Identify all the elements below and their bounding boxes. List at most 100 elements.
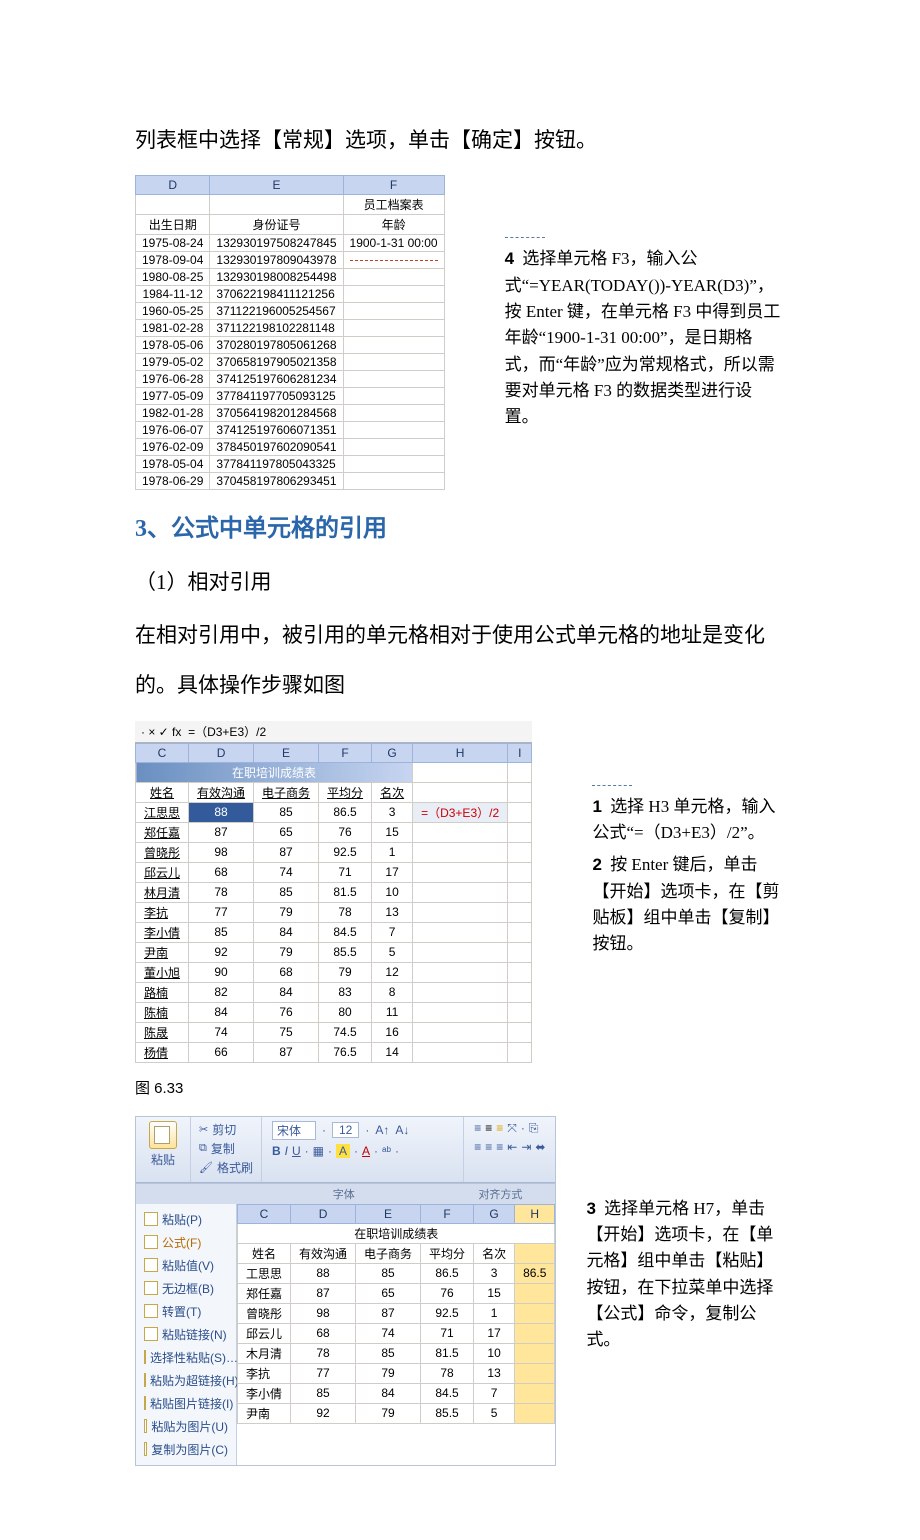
t2-col-H: H: [413, 743, 508, 762]
table-row: 陈晟747574.516: [136, 1022, 532, 1042]
group-font-label: 字体: [242, 1184, 445, 1204]
shrink-font-icon[interactable]: A↓: [395, 1123, 409, 1137]
indent-dec-icon[interactable]: ⇤: [507, 1140, 517, 1154]
copy-label: 复制: [211, 1140, 235, 1157]
phonetic-button[interactable]: ᵃᵇ: [382, 1144, 391, 1158]
paste-menu-item[interactable]: 无边框(B): [136, 1277, 236, 1300]
paste-button[interactable]: 粘贴: [136, 1117, 191, 1182]
step-3: 3 选择单元格 H7，单击【开始】选项卡，在【单元格】组中单击【粘贴】按钮，在下…: [586, 1196, 785, 1354]
clipboard-icon: [144, 1442, 147, 1456]
employee-archive-table: D E F 员工档案表 出生日期 身份证号 年龄 1975-08-2413293…: [135, 175, 445, 490]
table-row: 工思思888586.5386.5: [238, 1263, 555, 1283]
clipboard-icon: [144, 1396, 146, 1410]
paste-icon: [149, 1121, 177, 1149]
table-row: 1978-09-04132930197809043978: [136, 252, 445, 269]
t2-col-D: D: [189, 743, 254, 762]
clipboard-icon: [144, 1419, 147, 1433]
align-bot-icon[interactable]: ≡: [496, 1121, 503, 1136]
clipboard-icon: [144, 1235, 158, 1249]
grow-font-icon[interactable]: A↑: [375, 1123, 389, 1137]
ribbon-paste-figure: 粘贴 ✂剪切 ⧉复制 🖌格式刷 宋体 · 12 · A↑: [135, 1116, 556, 1466]
table-row: 1960-05-25371122196005254567: [136, 303, 445, 320]
caption-6-33: 图 6.33: [135, 1077, 785, 1098]
merge-icon[interactable]: ⬌: [535, 1140, 545, 1154]
table-row: 1978-06-29370458197806293451: [136, 473, 445, 490]
paste-menu-item[interactable]: 粘贴(P): [136, 1208, 236, 1231]
clipboard-icon: [144, 1258, 158, 1272]
intro-line: 列表框中选择【常规】选项，单击【确定】按钮。: [135, 115, 785, 165]
paste-menu-item[interactable]: 粘贴链接(N): [136, 1323, 236, 1346]
paste-menu-item[interactable]: 公式(F): [136, 1231, 236, 1254]
t2-h-ecom: 电子商务: [254, 782, 319, 802]
orientation-icon[interactable]: ⤧: [507, 1121, 517, 1136]
paste-menu-item[interactable]: 粘贴图片链接(I): [136, 1392, 236, 1415]
menu-item-label: 选择性粘贴(S)…: [150, 1349, 238, 1366]
fig3-sheet: C D E F G H 在职培训成绩表: [237, 1204, 555, 1424]
paste-menu-item[interactable]: 选择性粘贴(S)…: [136, 1346, 236, 1369]
t2-col-F: F: [319, 743, 372, 762]
align-left-icon[interactable]: ≡: [474, 1140, 481, 1154]
cut-button[interactable]: ✂剪切: [199, 1121, 253, 1138]
clipboard-icon: [144, 1350, 146, 1364]
menu-item-label: 复制为图片(C): [151, 1441, 228, 1458]
table-row: 郑任嘉87657615: [136, 822, 532, 842]
fill-color-button[interactable]: A: [336, 1144, 350, 1158]
clipboard-icon: [144, 1304, 158, 1318]
table-row: 董小旭90687912: [136, 962, 532, 982]
table-row: 1984-11-12370622198411121256: [136, 286, 445, 303]
font-color-button[interactable]: A: [362, 1144, 370, 1158]
menu-item-label: 无边框(B): [162, 1280, 214, 1297]
border-button[interactable]: ▦: [313, 1144, 324, 1158]
table-row: 1978-05-06370280197805061268: [136, 337, 445, 354]
paste-menu-item[interactable]: 复制为图片(C): [136, 1438, 236, 1461]
font-size-select[interactable]: 12: [332, 1122, 359, 1138]
cut-label: 剪切: [212, 1121, 236, 1138]
table-row: 李抗77797813: [238, 1363, 555, 1383]
paste-menu-item[interactable]: 粘贴值(V): [136, 1254, 236, 1277]
paste-dropdown-menu: 粘贴(P)公式(F)粘贴值(V) 无边框(B) 转置(T) 粘贴链接(N) 选择性粘贴(…: [136, 1204, 237, 1465]
f3-col-D: D: [291, 1204, 356, 1223]
paste-menu-item[interactable]: 转置(T): [136, 1300, 236, 1323]
underline-button[interactable]: U: [292, 1144, 301, 1158]
bold-button[interactable]: B: [272, 1144, 281, 1158]
figure-1-row: D E F 员工档案表 出生日期 身份证号 年龄 1975-08-2413293…: [135, 175, 785, 490]
wrap-icon[interactable]: ⎘: [529, 1121, 539, 1136]
f3-h-ecom: 电子商务: [356, 1243, 421, 1263]
italic-button[interactable]: I: [285, 1144, 288, 1158]
f3-h-avg: 平均分: [421, 1243, 474, 1263]
step-1-text: 选择 H3 单元格，输入公式“=（D3+E3）/2”。: [592, 797, 775, 842]
align-right-icon[interactable]: ≡: [496, 1140, 503, 1154]
copy-button[interactable]: ⧉ 复制: [199, 1140, 253, 1157]
copy-icon: ⧉: [199, 1142, 207, 1155]
menu-item-label: 粘贴图片链接(I): [150, 1395, 233, 1412]
step-3-text: 选择单元格 H7，单击【开始】选项卡，在【单元格】组中单击【粘贴】按钮，在下拉菜…: [586, 1199, 773, 1350]
clipboard-icon: [144, 1327, 158, 1341]
menu-item-label: 粘贴链接(N): [162, 1326, 227, 1343]
align-top-icon[interactable]: ≡: [474, 1121, 481, 1136]
align-center-icon[interactable]: ≡: [485, 1140, 492, 1154]
table-row: 1978-05-04377841197805043325: [136, 456, 445, 473]
step-4-text: 选择单元格 F3，输入公式“=YEAR(TODAY())-YEAR(D3)”，按…: [505, 249, 781, 426]
sub-1: （1）相对引用: [135, 557, 785, 607]
table-row: 1980-08-25132930198008254498: [136, 269, 445, 286]
t2-title: 在职培训成绩表: [136, 762, 413, 782]
table-row: 1976-02-09378450197602090541: [136, 439, 445, 456]
t2-h-comm: 有效沟通: [189, 782, 254, 802]
f3-col-C: C: [238, 1204, 291, 1223]
figure-3-row: 粘贴 ✂剪切 ⧉复制 🖌格式刷 宋体 · 12 · A↑: [135, 1116, 785, 1466]
font-name-select[interactable]: 宋体: [272, 1121, 316, 1140]
table-row: 杨倩668776.514: [136, 1042, 532, 1062]
paste-menu-item[interactable]: 粘贴为图片(U): [136, 1415, 236, 1438]
indent-inc-icon[interactable]: ⇥: [521, 1140, 531, 1154]
table-row: 1977-05-09377841197705093125: [136, 388, 445, 405]
format-painter-button[interactable]: 🖌格式刷: [199, 1159, 253, 1176]
paste-menu-item[interactable]: 粘贴为超链接(H): [136, 1369, 236, 1392]
fmt-label: 格式刷: [217, 1159, 253, 1176]
table-row: 邱云儿68747117: [136, 862, 532, 882]
align-mid-icon[interactable]: ≡: [485, 1121, 492, 1136]
group-align-label: 对齐方式: [445, 1184, 555, 1204]
menu-item-label: 粘贴为超链接(H): [150, 1372, 239, 1389]
step-1: 1 选择 H3 单元格，输入公式“=（D3+E3）/2”。: [592, 794, 785, 847]
t2-h-name: 姓名: [136, 782, 189, 802]
table1-title: 员工档案表: [343, 195, 444, 215]
